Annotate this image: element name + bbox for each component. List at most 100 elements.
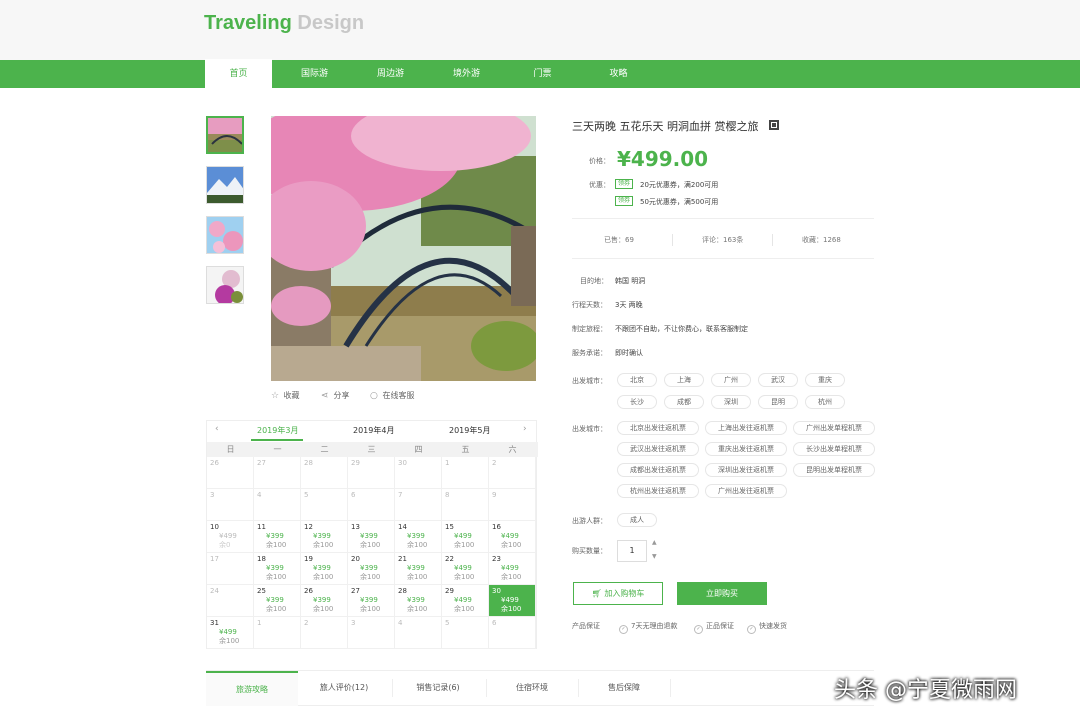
online-service-button[interactable]: ○ 在线客服 — [370, 390, 415, 401]
calendar-day[interactable]: 11 ¥399 余100 — [254, 521, 301, 553]
month-tab-april[interactable]: 2019年4月 — [353, 425, 394, 436]
day-price: ¥499 — [219, 628, 237, 636]
tab-accommodation[interactable]: 住宿环境 — [486, 671, 578, 706]
departure-city-chip[interactable]: 重庆 — [805, 373, 845, 387]
calendar-day[interactable]: 23 ¥499 余100 — [489, 553, 536, 585]
month-tab-march[interactable]: 2019年3月 — [257, 425, 298, 436]
calendar-day[interactable]: 25 ¥399 余100 — [254, 585, 301, 617]
departure-city-chip[interactable]: 昆明 — [758, 395, 798, 409]
calendar-day[interactable]: 14 ¥399 余100 — [395, 521, 442, 553]
custom-trip-value: 不跟团不自助，不让你费心，联系客服制定 — [615, 325, 748, 333]
nav-tickets[interactable]: 门票 — [509, 60, 576, 88]
thumbnail-blossoms[interactable] — [206, 216, 244, 254]
calendar-day[interactable]: 21 ¥399 余100 — [395, 553, 442, 585]
duration-label: 行程天数： — [572, 301, 607, 309]
people-label: 出游人群： — [572, 517, 607, 525]
calendar-day[interactable]: 19 ¥399 余100 — [301, 553, 348, 585]
thumbnail-mountain[interactable] — [206, 166, 244, 204]
departure-city-chip[interactable]: 上海 — [664, 373, 704, 387]
month-tab-may[interactable]: 2019年5月 — [449, 425, 490, 436]
price-calendar: ‹ 2019年3月 2019年4月 2019年5月 › 日一二三四五六 26 27… — [206, 420, 538, 649]
ticket-option-chip[interactable]: 长沙出发单程机票 — [793, 442, 875, 456]
ticket-option-chip[interactable]: 武汉出发往返机票 — [617, 442, 699, 456]
quantity-input[interactable]: 1 — [617, 540, 647, 562]
day-number: 21 — [398, 555, 407, 563]
brand-logo[interactable]: Traveling Design — [204, 12, 364, 35]
calendar-day[interactable]: 22 ¥499 余100 — [442, 553, 489, 585]
calendar-day: 17 — [207, 553, 254, 585]
qr-code-icon[interactable] — [769, 120, 779, 130]
departure-city-chip[interactable]: 杭州 — [805, 395, 845, 409]
nav-nearby[interactable]: 周边游 — [357, 60, 424, 88]
calendar-day[interactable]: 16 ¥499 余100 — [489, 521, 536, 553]
divider — [572, 218, 874, 219]
day-price: ¥499 — [454, 564, 472, 572]
day-number: 13 — [351, 523, 360, 531]
quantity-up-icon[interactable]: ▲ — [652, 539, 657, 546]
calendar-day[interactable]: 18 ¥399 余100 — [254, 553, 301, 585]
day-remaining: 余100 — [313, 605, 334, 613]
calendar-day[interactable]: 28 ¥399 余100 — [395, 585, 442, 617]
calendar-day[interactable]: 29 ¥499 余100 — [442, 585, 489, 617]
next-month-icon[interactable]: › — [523, 424, 527, 434]
nav-home[interactable]: 首页 — [205, 59, 272, 88]
tab-after-sales[interactable]: 售后保障 — [578, 671, 670, 706]
calendar-day[interactable]: 20 ¥399 余100 — [348, 553, 395, 585]
ticket-option-chip[interactable]: 广州出发单程机票 — [793, 421, 875, 435]
nav-guides[interactable]: 攻略 — [585, 60, 652, 88]
calendar-day-selected[interactable]: 30 ¥499 余100 — [489, 585, 536, 617]
departure-city-chip[interactable]: 深圳 — [711, 395, 751, 409]
nav-overseas[interactable]: 境外游 — [433, 60, 500, 88]
ticket-option-chip[interactable]: 上海出发往返机票 — [705, 421, 787, 435]
people-option-adult[interactable]: 成人 — [617, 513, 657, 527]
thumbnail-flowers[interactable] — [206, 266, 244, 304]
tab-reviews[interactable]: 旅人评价(12) — [298, 671, 390, 706]
destination-label: 目的地： — [580, 277, 608, 285]
calendar-day: 3 — [207, 489, 254, 521]
ticket-option-chip[interactable]: 杭州出发往返机票 — [617, 484, 699, 498]
day-number: 1 — [445, 459, 450, 467]
tab-travel-guide[interactable]: 旅游攻略 — [206, 671, 298, 706]
day-price: ¥399 — [407, 564, 425, 572]
ticket-option-chip[interactable]: 成都出发往返机票 — [617, 463, 699, 477]
day-price: ¥499 — [501, 564, 519, 572]
main-product-image[interactable] — [271, 116, 536, 381]
thumbnail-bridge[interactable] — [206, 116, 244, 154]
departure-city-chip[interactable]: 成都 — [664, 395, 704, 409]
add-to-cart-button[interactable]: 🛒︎ 加入购物车 — [573, 582, 663, 605]
ticket-option-chip[interactable]: 深圳出发往返机票 — [705, 463, 787, 477]
favorite-button[interactable]: ☆ 收藏 — [271, 390, 300, 401]
calendar-day[interactable]: 31 ¥499 余100 — [207, 617, 254, 649]
departure-city-chip[interactable]: 北京 — [617, 373, 657, 387]
calendar-day[interactable]: 15 ¥499 余100 — [442, 521, 489, 553]
departure-city-chip[interactable]: 广州 — [711, 373, 751, 387]
day-number: 14 — [398, 523, 407, 531]
calendar-day: 3 — [348, 617, 395, 649]
ticket-option-chip[interactable]: 广州出发往返机票 — [705, 484, 787, 498]
nav-international[interactable]: 国际游 — [281, 60, 348, 88]
tab-sales-records[interactable]: 销售记录(6) — [392, 671, 484, 706]
day-price: ¥399 — [360, 596, 378, 604]
calendar-day[interactable]: 13 ¥399 余100 — [348, 521, 395, 553]
ticket-option-chip[interactable]: 昆明出发单程机票 — [793, 463, 875, 477]
prev-month-icon[interactable]: ‹ — [215, 424, 219, 434]
day-number: 4 — [398, 619, 403, 627]
ticket-option-chip[interactable]: 北京出发往返机票 — [617, 421, 699, 435]
day-number: 5 — [445, 619, 450, 627]
ticket-option-chip[interactable]: 重庆出发往返机票 — [705, 442, 787, 456]
day-price: ¥399 — [360, 532, 378, 540]
day-number: 1 — [257, 619, 262, 627]
coupon-tag[interactable]: 领券 — [615, 196, 633, 206]
weekday-label: 三 — [367, 445, 376, 454]
departure-city-chip[interactable]: 武汉 — [758, 373, 798, 387]
calendar-day[interactable]: 12 ¥399 余100 — [301, 521, 348, 553]
calendar-day[interactable]: 26 ¥399 余100 — [301, 585, 348, 617]
quantity-down-icon[interactable]: ▼ — [652, 553, 657, 560]
share-button[interactable]: ⋖ 分享 — [321, 390, 350, 401]
calendar-day[interactable]: 27 ¥399 余100 — [348, 585, 395, 617]
buy-now-button[interactable]: 立即购买 — [677, 582, 767, 605]
day-remaining: 余100 — [454, 605, 475, 613]
day-number: 17 — [210, 555, 219, 563]
coupon-tag[interactable]: 领券 — [615, 179, 633, 189]
departure-city-chip[interactable]: 长沙 — [617, 395, 657, 409]
